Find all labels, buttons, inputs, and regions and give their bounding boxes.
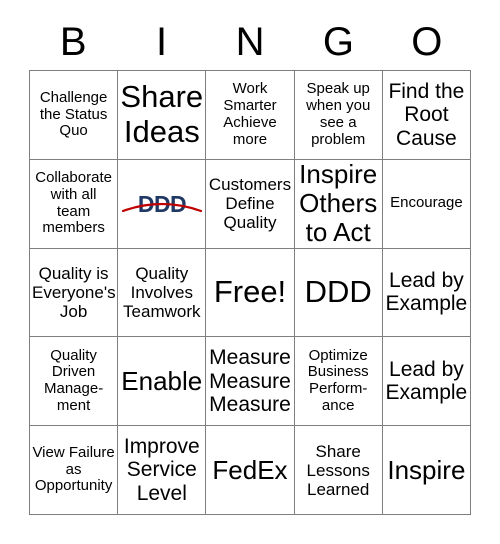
bingo-cell[interactable]: Quality Driven Manage- ment (30, 337, 119, 427)
bingo-cell[interactable]: Quality Involves Teamwork (118, 248, 207, 338)
bingo-cell-label: Quality Driven Manage- ment (43, 346, 104, 415)
bingo-cell[interactable]: Share Ideas (118, 71, 207, 160)
bingo-cell[interactable]: Share Lessons Learned (294, 426, 383, 515)
bingo-cell-label: Inspire Others to Act (299, 159, 378, 248)
bingo-cell[interactable]: Lead by Example (382, 337, 471, 427)
bingo-cell-label: Work Smarter Achieve more (223, 80, 277, 148)
bingo-cell[interactable]: Quality is Everyone's Job (30, 248, 119, 338)
bingo-cell-label: Find the Root Cause (388, 79, 465, 150)
bingo-cell-label: Quality Involves Teamwork (123, 263, 201, 321)
bingo-cell-label: Share Ideas (120, 79, 204, 149)
bingo-cell-label: Quality is Everyone's Job (32, 263, 116, 321)
bingo-cell-label: Lead by Example (385, 357, 468, 405)
ddd-logo: DDD (121, 187, 202, 221)
bingo-cell[interactable]: DDD (294, 248, 383, 338)
bingo-cell[interactable]: Challenge the Status Quo (30, 71, 119, 160)
bingo-header: B I N G O (29, 14, 471, 70)
bingo-cell[interactable]: Measure Measure Measure (206, 337, 295, 427)
bingo-cell-label: Customers Define Quality (208, 175, 292, 233)
bingo-cell[interactable]: Speak up when you see a problem (294, 71, 383, 160)
bingo-cell-label: Share Lessons Learned (306, 441, 370, 499)
bingo-cell-label: Improve Service Level (123, 434, 200, 505)
bingo-cell[interactable]: Inspire Others to Act (294, 159, 383, 249)
bingo-header-letter-g: G (322, 20, 354, 64)
bingo-cell-label: FedEx (212, 454, 288, 485)
bingo-cell-label: Measure Measure Measure (209, 346, 291, 417)
bingo-cell-label: DDD (304, 274, 372, 310)
bingo-card: B I N G O Challenge the Status Quo Share … (0, 0, 500, 544)
bingo-cell[interactable]: Collaborate with all team members (30, 159, 119, 249)
bingo-cell-label: Encourage (390, 194, 463, 212)
bingo-cell-label: Collaborate with all team members (35, 169, 112, 237)
bingo-cell[interactable]: Optimize Business Perform- ance (294, 337, 383, 427)
bingo-cell-label: Free! (213, 274, 287, 310)
bingo-cell-label: Optimize Business Perform- ance (307, 346, 369, 415)
bingo-cell-label: View Failure as Opportunity (32, 443, 115, 495)
bingo-cell[interactable]: FedEx (206, 426, 295, 515)
bingo-cell[interactable]: Free! (206, 248, 295, 338)
bingo-cell[interactable]: Improve Service Level (118, 426, 207, 515)
bingo-cell[interactable]: Inspire (382, 426, 471, 515)
bingo-cell-label: Lead by Example (385, 268, 468, 316)
bingo-cell[interactable]: Work Smarter Achieve more (206, 71, 295, 160)
bingo-header-letter-n: N (235, 20, 265, 64)
bingo-header-letter-i: I (156, 20, 168, 64)
bingo-cell-label: Challenge the Status Quo (39, 88, 108, 140)
bingo-cell-label: Inspire (387, 454, 466, 485)
bingo-grid: Challenge the Status Quo Share Ideas Work … (29, 70, 471, 515)
bingo-cell[interactable]: DDD (118, 159, 207, 249)
bingo-cell[interactable]: Enable (118, 337, 207, 427)
bingo-cell[interactable]: View Failure as Opportunity (30, 426, 119, 515)
bingo-cell[interactable]: Customers Define Quality (206, 159, 295, 249)
bingo-cell[interactable]: Find the Root Cause (382, 71, 471, 160)
bingo-header-letter-b: B (59, 20, 87, 64)
bingo-cell[interactable]: Encourage (382, 159, 471, 249)
bingo-cell-label: Enable (121, 365, 203, 396)
bingo-header-letter-o: O (411, 20, 443, 64)
bingo-cell[interactable]: Lead by Example (382, 248, 471, 338)
bingo-cell-label: Speak up when you see a problem (306, 80, 371, 148)
